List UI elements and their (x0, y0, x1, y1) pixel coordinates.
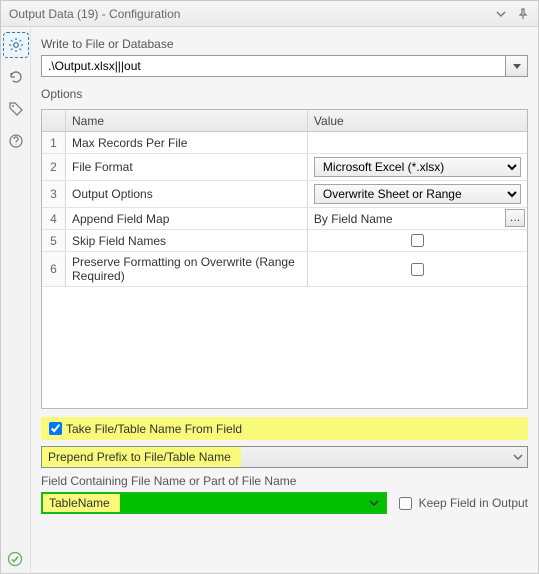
skip-field-names-checkbox[interactable] (411, 234, 424, 247)
keep-field-label: Keep Field in Output (419, 496, 528, 510)
field-containing-label: Field Containing File Name or Part of Fi… (41, 474, 528, 488)
config-window: Output Data (19) - Configuration Write (0, 0, 539, 574)
pin-button[interactable] (514, 5, 532, 23)
option-row-file-format: 2 File Format Microsoft Excel (*.xlsx) (42, 154, 527, 181)
pin-icon (517, 8, 529, 20)
row-value: Overwrite Sheet or Range (308, 181, 527, 207)
field-name-select[interactable]: TableName (41, 492, 387, 514)
sidebar-config[interactable] (4, 33, 28, 57)
row-name: Append Field Map (66, 208, 308, 229)
option-row-preserve-formatting: 6 Preserve Formatting on Overwrite (Rang… (42, 252, 527, 287)
file-path-row (41, 55, 528, 77)
sidebar-refresh[interactable] (4, 65, 28, 89)
header-index (42, 110, 66, 131)
option-row-output-options: 3 Output Options Overwrite Sheet or Rang… (42, 181, 527, 208)
apply-indicator[interactable] (7, 551, 23, 567)
field-select-row: TableName Keep Field in Output (41, 492, 528, 514)
option-row-append-field-map: 4 Append Field Map By Field Name … (42, 208, 527, 230)
chevron-down-icon (513, 452, 523, 462)
main-panel: Write to File or Database Options Name V… (31, 27, 538, 573)
row-value[interactable] (308, 132, 527, 153)
file-format-select[interactable]: Microsoft Excel (*.xlsx) (314, 157, 521, 177)
row-index: 3 (42, 181, 66, 207)
row-index: 1 (42, 132, 66, 153)
row-value: Microsoft Excel (*.xlsx) (308, 154, 527, 180)
keep-field-row[interactable]: Keep Field in Output (395, 494, 528, 513)
check-circle-icon (7, 551, 23, 567)
row-name: File Format (66, 154, 308, 180)
row-name: Preserve Formatting on Overwrite (Range … (66, 252, 308, 286)
row-name: Output Options (66, 181, 308, 207)
sidebar-annotation[interactable] (4, 97, 28, 121)
row-value (308, 230, 527, 251)
tag-icon (8, 101, 24, 117)
row-value (308, 252, 527, 286)
row-index: 6 (42, 252, 66, 286)
chevron-down-icon (495, 8, 507, 20)
row-name: Skip Field Names (66, 230, 308, 251)
header-value: Value (308, 110, 527, 131)
options-table: Name Value 1 Max Records Per File 2 File… (41, 109, 528, 409)
row-name: Max Records Per File (66, 132, 308, 153)
output-options-select[interactable]: Overwrite Sheet or Range (314, 184, 521, 204)
body: Write to File or Database Options Name V… (1, 27, 538, 573)
filename-action-value: Prepend Prefix to File/Table Name (42, 447, 241, 467)
triangle-down-icon (512, 61, 522, 71)
field-name-value: TableName (43, 494, 120, 512)
gear-icon (8, 37, 24, 53)
sidebar-help[interactable] (4, 129, 28, 153)
take-name-from-field-label: Take File/Table Name From Field (66, 422, 242, 436)
option-row-max-records: 1 Max Records Per File (42, 132, 527, 154)
titlebar: Output Data (19) - Configuration (1, 1, 538, 27)
options-empty-area (42, 287, 527, 408)
file-path-dropdown[interactable] (506, 55, 528, 77)
header-name: Name (66, 110, 308, 131)
append-field-map-value: By Field Name (314, 212, 393, 226)
row-index: 2 (42, 154, 66, 180)
take-name-from-field-row[interactable]: Take File/Table Name From Field (41, 417, 528, 440)
row-index: 5 (42, 230, 66, 251)
bottom-area: Take File/Table Name From Field Prepend … (41, 417, 528, 514)
keep-field-checkbox[interactable] (399, 497, 412, 510)
append-field-map-browse[interactable]: … (505, 209, 525, 227)
chevron-down-icon (369, 498, 379, 508)
options-label: Options (41, 87, 528, 101)
write-to-label: Write to File or Database (41, 37, 528, 51)
preserve-formatting-checkbox[interactable] (411, 263, 424, 276)
window-title: Output Data (19) - Configuration (9, 7, 180, 21)
options-header: Name Value (42, 110, 527, 132)
refresh-icon (8, 69, 24, 85)
option-row-skip-field-names: 5 Skip Field Names (42, 230, 527, 252)
help-icon (8, 133, 24, 149)
row-index: 4 (42, 208, 66, 229)
row-value: By Field Name … (308, 208, 527, 229)
collapse-button[interactable] (492, 5, 510, 23)
filename-action-combo[interactable]: Prepend Prefix to File/Table Name (41, 446, 528, 468)
file-path-input[interactable] (41, 55, 506, 77)
take-name-from-field-checkbox[interactable] (49, 422, 62, 435)
sidebar (1, 27, 31, 573)
